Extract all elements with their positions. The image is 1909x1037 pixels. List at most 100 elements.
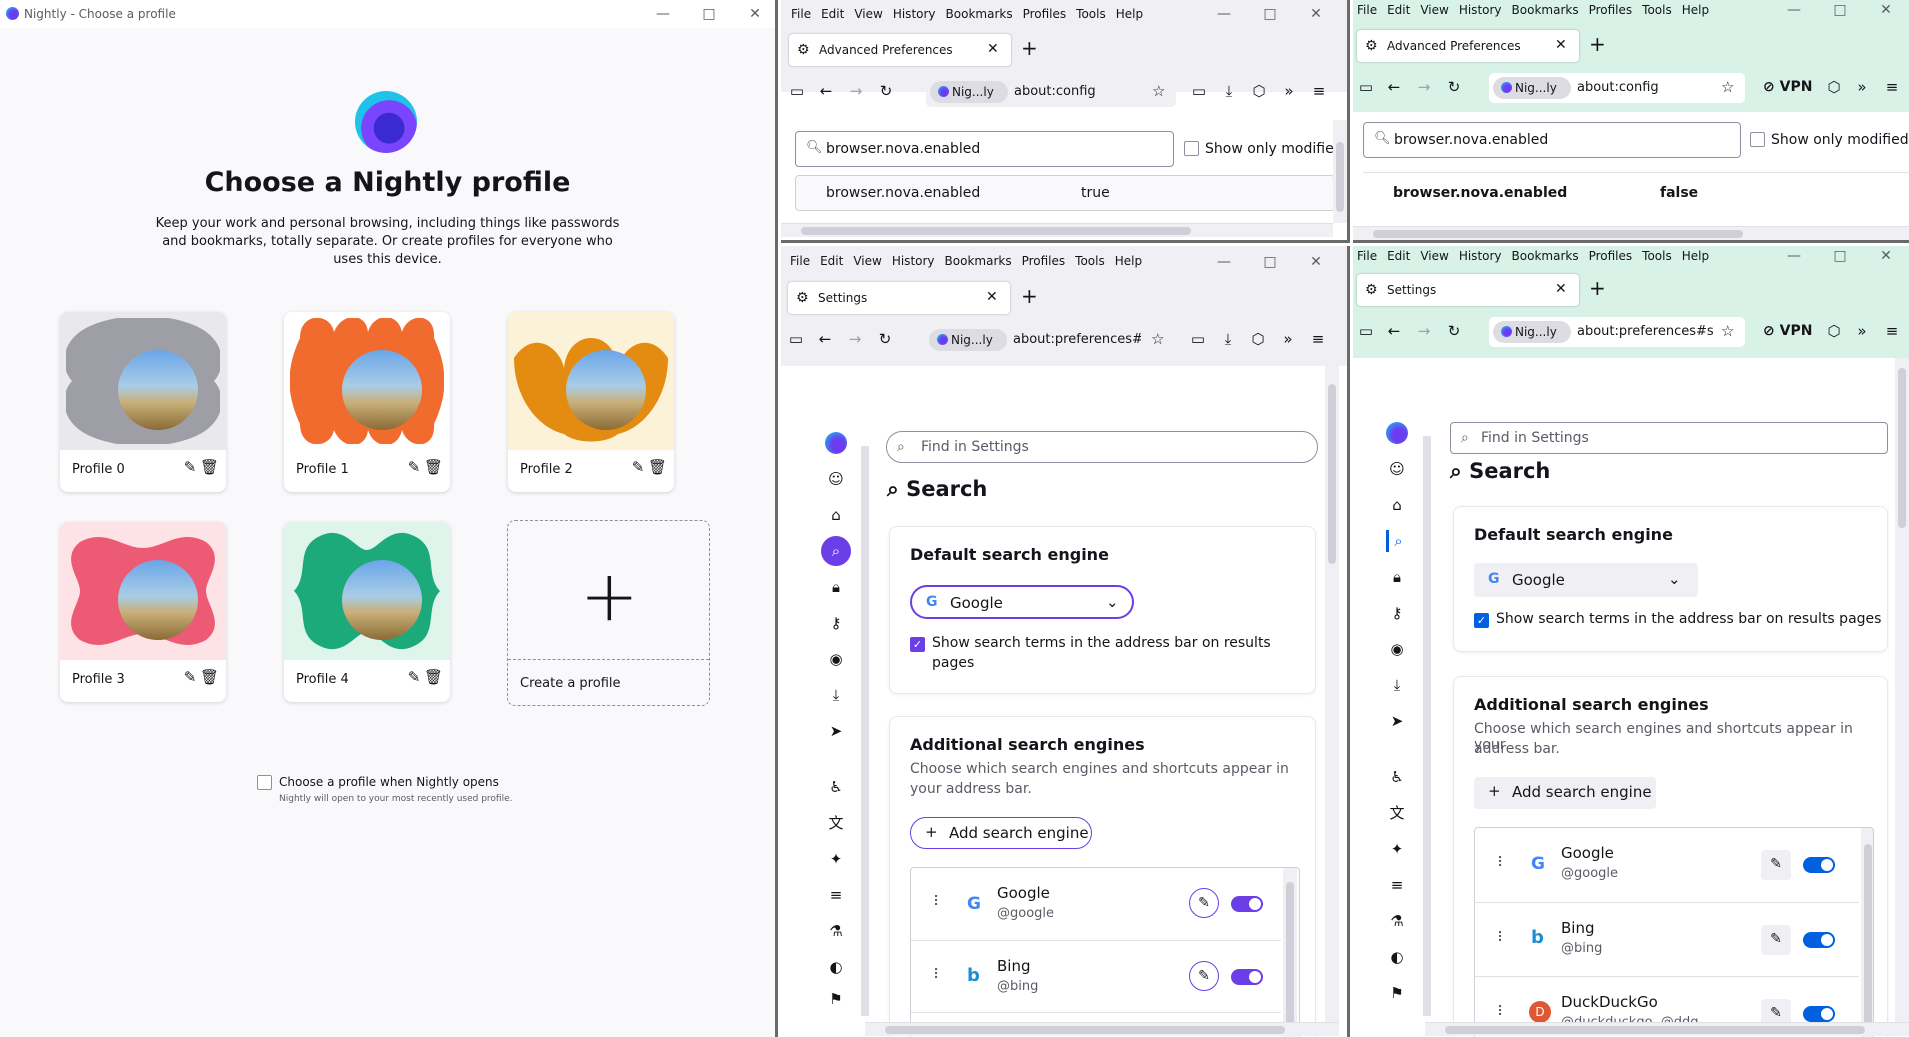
menu-file[interactable]: File [1357, 249, 1377, 263]
horizontal-scrollbar[interactable] [1353, 226, 1909, 240]
forward-icon[interactable]: → [1413, 322, 1435, 340]
menu-edit[interactable]: Edit [821, 7, 844, 21]
new-tab-button[interactable]: + [1589, 276, 1606, 300]
engine-toggle[interactable] [1803, 1006, 1835, 1022]
drag-handle-icon[interactable]: ⠇ [1497, 855, 1507, 871]
close-tab-icon[interactable]: ✕ [1555, 281, 1567, 297]
search-nav-icon[interactable]: ⌕ [821, 536, 851, 566]
minimize-button[interactable]: — [1201, 0, 1247, 28]
menu-tools[interactable]: Tools [1076, 7, 1106, 21]
reload-icon[interactable]: ↻ [874, 330, 896, 348]
edit-engine-icon[interactable]: ✎ [1761, 850, 1791, 880]
close-tab-icon[interactable]: ✕ [1555, 37, 1567, 53]
sidebar-scrollbar[interactable] [1423, 436, 1431, 1016]
engine-list-scrollbar[interactable] [1861, 828, 1873, 1037]
sidebar-icon[interactable]: ▭ [1355, 78, 1377, 96]
accessibility-icon[interactable]: ♿︎ [825, 776, 847, 798]
translate-icon[interactable]: 文 [825, 812, 847, 834]
download-icon[interactable]: ⤓ [1217, 330, 1239, 348]
minimize-button[interactable]: — [640, 0, 686, 28]
close-button[interactable]: ✕ [732, 0, 778, 28]
find-in-settings-input[interactable]: ⌕ Find in Settings [1450, 422, 1888, 454]
back-icon[interactable]: ← [1383, 322, 1405, 340]
reload-icon[interactable]: ↻ [875, 82, 897, 100]
cursor-icon[interactable]: ➤ [1386, 710, 1408, 732]
scroll-thumb[interactable] [1898, 368, 1906, 528]
tab-advanced-preferences[interactable]: ⚙ Advanced Preferences ✕ [1357, 30, 1579, 62]
engine-row-google[interactable]: ⠇ G Google @google ✎ [911, 868, 1281, 940]
sliders-icon[interactable]: ≡ [825, 884, 847, 906]
menu-tools[interactable]: Tools [1642, 249, 1672, 263]
delete-profile-icon[interactable]: 🗑 [648, 458, 667, 478]
download-icon[interactable]: ⤓ [1386, 674, 1408, 696]
menu-profiles[interactable]: Profiles [1022, 254, 1066, 268]
tab-settings[interactable]: ⚙ Settings ✕ [1357, 274, 1579, 306]
close-button[interactable]: ✕ [1863, 0, 1909, 24]
tab-manager-icon[interactable]: ▭ [1187, 330, 1209, 348]
engine-row-bing[interactable]: ⠇ b Bing @bing ✎ [911, 940, 1281, 1012]
menu-tools[interactable]: Tools [1075, 254, 1105, 268]
tab-advanced-preferences[interactable]: ⚙ Advanced Preferences ✕ [789, 34, 1011, 66]
minimize-button[interactable]: — [1771, 246, 1817, 270]
edit-profile-icon[interactable]: ✎ [629, 458, 647, 478]
default-engine-dropdown[interactable]: G Google ⌄ [910, 585, 1134, 619]
edit-profile-icon[interactable]: ✎ [405, 668, 423, 688]
reload-icon[interactable]: ↻ [1443, 322, 1465, 340]
menu-file[interactable]: File [1357, 3, 1377, 17]
horizontal-scrollbar[interactable] [781, 223, 1333, 237]
key-icon[interactable]: ⚷ [1386, 602, 1408, 624]
menu-profiles[interactable]: Profiles [1023, 7, 1067, 21]
download-icon[interactable]: ⤓ [825, 684, 847, 706]
profile-card-4[interactable]: Profile 4 ✎ 🗑 [284, 522, 450, 702]
menu-view[interactable]: View [854, 7, 882, 21]
star-icon[interactable]: ☆ [1721, 78, 1734, 96]
overflow-icon[interactable]: » [1851, 322, 1873, 340]
extensions-icon[interactable]: ⬡ [1823, 78, 1845, 96]
add-search-engine-button[interactable]: + Add search engine [1474, 777, 1656, 809]
home-icon[interactable]: ⌂ [1386, 494, 1408, 516]
scroll-thumb[interactable] [1336, 142, 1344, 212]
tab-manager-icon[interactable]: ▭ [1188, 82, 1210, 100]
minimize-button[interactable]: — [1771, 0, 1817, 24]
edit-profile-icon[interactable]: ✎ [405, 458, 423, 478]
vpn-button[interactable]: ⊘ VPN [1763, 79, 1812, 95]
horizontal-scrollbar[interactable] [1425, 1022, 1909, 1036]
vertical-scrollbar[interactable] [1333, 120, 1347, 223]
delete-profile-icon[interactable]: 🗑 [424, 458, 443, 478]
menu-history[interactable]: History [892, 254, 935, 268]
vertical-scrollbar[interactable] [1895, 358, 1909, 1022]
back-icon[interactable]: ← [814, 330, 836, 348]
close-button[interactable]: ✕ [1293, 0, 1339, 28]
url-bar[interactable]: Nig...ly about:preferences#se ☆ [1489, 317, 1745, 347]
sparkle-icon[interactable]: ✦ [825, 848, 847, 870]
show-search-terms-checkbox[interactable]: ✓ [910, 637, 925, 652]
scroll-thumb[interactable] [1373, 230, 1743, 238]
search-nav-icon[interactable]: ⌕ [1386, 530, 1408, 552]
overflow-icon[interactable]: » [1278, 82, 1300, 100]
menu-help[interactable]: Help [1116, 7, 1143, 21]
download-icon[interactable]: ⤓ [1218, 82, 1240, 100]
new-tab-button[interactable]: + [1589, 32, 1606, 56]
tab-settings[interactable]: ⚙ Settings ✕ [788, 282, 1010, 314]
account-icon[interactable]: ☺ [1386, 458, 1408, 480]
url-bar[interactable]: Nig...ly about:preferences#s ☆ [925, 325, 1175, 355]
accessibility-icon[interactable]: ♿︎ [1386, 766, 1408, 788]
flask-icon[interactable]: ⚗ [1386, 910, 1408, 932]
close-tab-icon[interactable]: ✕ [987, 41, 999, 57]
account-icon[interactable]: ☺ [825, 468, 847, 490]
profile-card-2[interactable]: Profile 2 ✎ 🗑 [508, 312, 674, 492]
menu-file[interactable]: File [790, 254, 810, 268]
pref-row[interactable]: browser.nova.enabled false [1363, 172, 1909, 212]
flask-icon[interactable]: ⚗ [825, 920, 847, 942]
identity-pill[interactable]: Nig...ly [930, 81, 1008, 103]
profile-card-3[interactable]: Profile 3 ✎ 🗑 [60, 522, 226, 702]
maximize-button[interactable]: □ [1817, 0, 1863, 24]
edit-engine-icon[interactable]: ✎ [1189, 888, 1219, 918]
vpn-button[interactable]: ⊘ VPN [1763, 323, 1812, 339]
lock-icon[interactable]: 🔒︎ [825, 576, 847, 598]
menu-bookmarks[interactable]: Bookmarks [1512, 3, 1579, 17]
drag-handle-icon[interactable]: ⠇ [933, 967, 943, 983]
horizontal-scrollbar[interactable] [865, 1022, 1339, 1036]
home-icon[interactable]: ⌂ [825, 504, 847, 526]
edit-engine-icon[interactable]: ✎ [1189, 961, 1219, 991]
